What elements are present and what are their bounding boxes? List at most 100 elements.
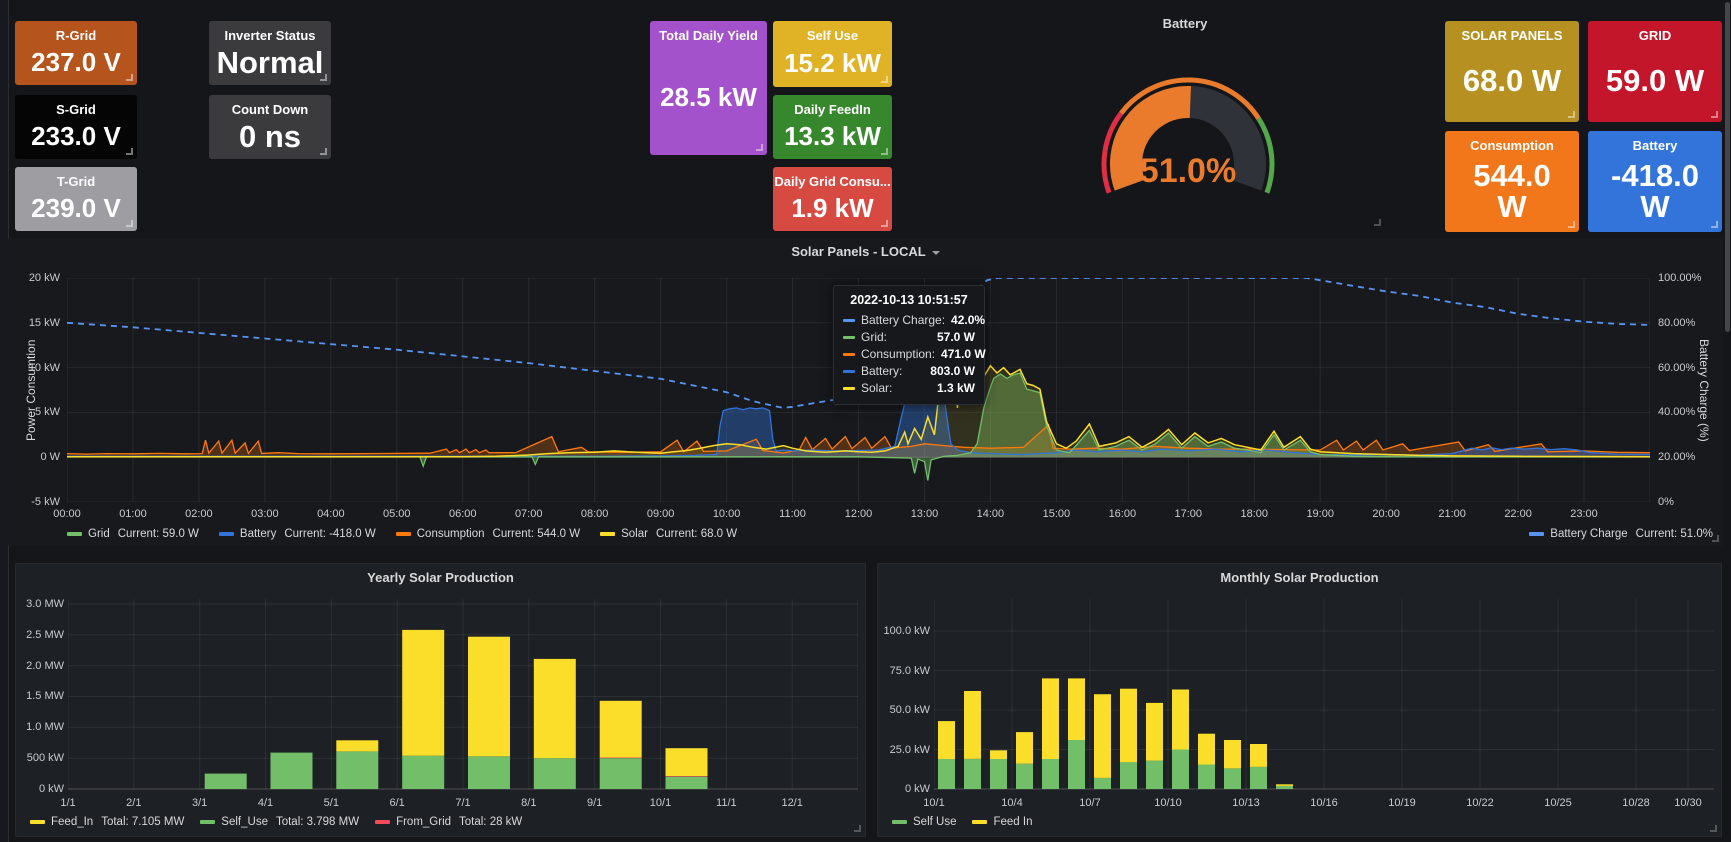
stat-value: 544.0 W: [1458, 154, 1566, 228]
y-axis-tick-right: 100.00%: [1658, 272, 1718, 285]
yearly-bar-chart[interactable]: [68, 599, 858, 794]
stat-title: GRID: [1639, 28, 1672, 44]
bar-feed-in-10-12[interactable]: [1224, 740, 1241, 768]
stat-grid[interactable]: GRID 59.0 W: [1588, 21, 1722, 122]
bar-feed-in-10-1[interactable]: [938, 721, 955, 759]
bar-feed-in-10-5[interactable]: [1042, 678, 1059, 759]
bar-feed-in-10-1[interactable]: [666, 748, 708, 776]
bar-self-use-10-6[interactable]: [1068, 740, 1085, 789]
tooltip-row-battery-charge-: Battery Charge:42.0%: [843, 312, 975, 329]
stat-daily-grid-consumption[interactable]: Daily Grid Consu... 1.9 kW: [773, 167, 892, 231]
legend-item-feed-in[interactable]: Feed_InTotal: 7.105 MW: [30, 816, 184, 828]
legend-series-value: Total: 28 kW: [459, 816, 522, 828]
legend-color-swatch: [67, 532, 82, 536]
stat-self-use[interactable]: Self Use 15.2 kW: [773, 21, 892, 87]
legend-item-solar[interactable]: SolarCurrent: 68.0 W: [600, 528, 737, 540]
stat-inverter-status[interactable]: Inverter Status Normal: [209, 21, 331, 85]
y-axis-tick-left: 0 W: [12, 451, 60, 464]
legend-item-self-use[interactable]: Self_UseTotal: 3.798 MW: [200, 816, 359, 828]
legend-series-value: Current: 51.0%: [1636, 528, 1713, 540]
tooltip-series-color: [843, 336, 855, 339]
legend-series-value: Current: 59.0 W: [118, 528, 199, 540]
monthly-bar-chart[interactable]: [934, 599, 1714, 794]
bar-self-use-10-3[interactable]: [990, 759, 1007, 789]
legend-item-battery[interactable]: BatteryCurrent: -418.0 W: [219, 528, 376, 540]
bar-from-grid-9-1[interactable]: [600, 758, 642, 759]
stat-solar-panels[interactable]: SOLAR PANELS 68.0 W: [1445, 21, 1579, 122]
bar-self-use-10-11[interactable]: [1198, 765, 1215, 790]
panel-title[interactable]: Yearly Solar Production: [16, 570, 865, 585]
bar-self-use-10-13[interactable]: [1250, 767, 1267, 789]
bar-self-use-10-14[interactable]: [1276, 786, 1293, 789]
panel-title[interactable]: Battery: [985, 16, 1385, 31]
stat-total-daily-yield[interactable]: Total Daily Yield 28.5 kW: [650, 21, 767, 155]
bar-self-use-10-2[interactable]: [964, 759, 981, 789]
bar-self-use-10-8[interactable]: [1120, 762, 1137, 789]
legend-color-swatch: [892, 820, 907, 824]
bar-self-use-10-12[interactable]: [1224, 769, 1241, 790]
legend-item-grid[interactable]: GridCurrent: 59.0 W: [67, 528, 199, 540]
bar-feed-in-7-1[interactable]: [468, 637, 510, 757]
stat-s-grid[interactable]: S-Grid 233.0 V: [15, 95, 137, 159]
stat-t-grid[interactable]: T-Grid 239.0 V: [15, 167, 137, 231]
bar-self-use-8-1[interactable]: [534, 758, 576, 789]
stat-daily-feedin[interactable]: Daily FeedIn 13.3 kW: [773, 95, 892, 159]
bar-feed-in-10-11[interactable]: [1198, 734, 1215, 765]
chart-legend: Feed_InTotal: 7.105 MW Self_UseTotal: 3.7…: [30, 816, 522, 828]
x-axis-tick: 6/1: [390, 797, 405, 810]
stat-r-grid[interactable]: R-Grid 237.0 V: [15, 21, 137, 85]
bar-feed-in-10-10[interactable]: [1172, 690, 1189, 750]
grafana-dashboard: { "stats": { "r_grid": {"title":"R-Grid"…: [0, 0, 1731, 842]
stat-title: Consumption: [1470, 138, 1554, 154]
bar-feed-in-8-1[interactable]: [534, 659, 576, 758]
bar-feed-in-9-1[interactable]: [600, 701, 642, 758]
x-axis-tick: 10/22: [1466, 797, 1494, 810]
bar-feed-in-10-9[interactable]: [1146, 703, 1163, 761]
panel-title[interactable]: Monthly Solar Production: [878, 570, 1721, 585]
bar-self-use-10-4[interactable]: [1016, 764, 1033, 789]
bar-self-use-10-1[interactable]: [666, 777, 708, 789]
x-axis-tick: 3/1: [192, 797, 207, 810]
bar-self-use-10-1[interactable]: [938, 759, 955, 789]
tooltip-series-label: Battery:: [861, 363, 902, 380]
scrollbar-thumb[interactable]: [1725, 2, 1730, 332]
stat-battery[interactable]: Battery -418.0 W: [1588, 131, 1722, 232]
x-axis-tick: 17:00: [1175, 508, 1203, 521]
scrollbar[interactable]: [1724, 0, 1731, 842]
legend-item-feed-in[interactable]: Feed In: [972, 816, 1032, 828]
bar-self-use-10-7[interactable]: [1094, 778, 1111, 789]
stat-consumption[interactable]: Consumption 544.0 W: [1445, 131, 1579, 232]
bar-self-use-3-1[interactable]: [205, 774, 247, 789]
panel-title[interactable]: Solar Panels - LOCAL: [8, 244, 1723, 259]
bar-feed-in-10-3[interactable]: [990, 750, 1007, 759]
bar-feed-in-10-8[interactable]: [1120, 689, 1137, 763]
bar-feed-in-6-1[interactable]: [402, 630, 444, 756]
x-axis-tick: 23:00: [1570, 508, 1598, 521]
bar-self-use-6-1[interactable]: [402, 756, 444, 789]
bar-feed-in-10-7[interactable]: [1094, 694, 1111, 778]
bar-self-use-5-1[interactable]: [336, 751, 378, 789]
bar-feed-in-10-6[interactable]: [1068, 678, 1085, 740]
legend-item-consumption[interactable]: ConsumptionCurrent: 544.0 W: [396, 528, 580, 540]
bar-feed-in-10-4[interactable]: [1016, 732, 1033, 764]
bar-self-use-10-10[interactable]: [1172, 750, 1189, 790]
bar-feed-in-10-2[interactable]: [964, 691, 981, 759]
legend-series-name: Battery: [240, 528, 276, 540]
bar-self-use-10-9[interactable]: [1146, 761, 1163, 789]
bar-self-use-7-1[interactable]: [468, 756, 510, 789]
stat-count-down[interactable]: Count Down 0 ns: [209, 95, 331, 159]
bar-self-use-9-1[interactable]: [600, 758, 642, 789]
chevron-down-icon[interactable]: [932, 251, 940, 255]
legend-series-value: Current: 544.0 W: [493, 528, 581, 540]
bar-from-grid-10-1[interactable]: [666, 776, 708, 777]
bar-feed-in-5-1[interactable]: [336, 740, 378, 751]
bar-feed-in-10-13[interactable]: [1250, 744, 1267, 767]
tooltip-series-value: 42.0%: [951, 312, 985, 329]
bar-self-use-4-1[interactable]: [271, 753, 313, 789]
legend-series-name: Feed In: [993, 816, 1032, 828]
bar-self-use-10-5[interactable]: [1042, 759, 1059, 789]
bar-feed-in-10-14[interactable]: [1276, 784, 1293, 786]
legend-item-battery-charge[interactable]: Battery ChargeCurrent: 51.0%: [1529, 528, 1713, 540]
legend-item-from-grid[interactable]: From_GridTotal: 28 kW: [375, 816, 522, 828]
legend-item-self-use[interactable]: Self Use: [892, 816, 956, 828]
